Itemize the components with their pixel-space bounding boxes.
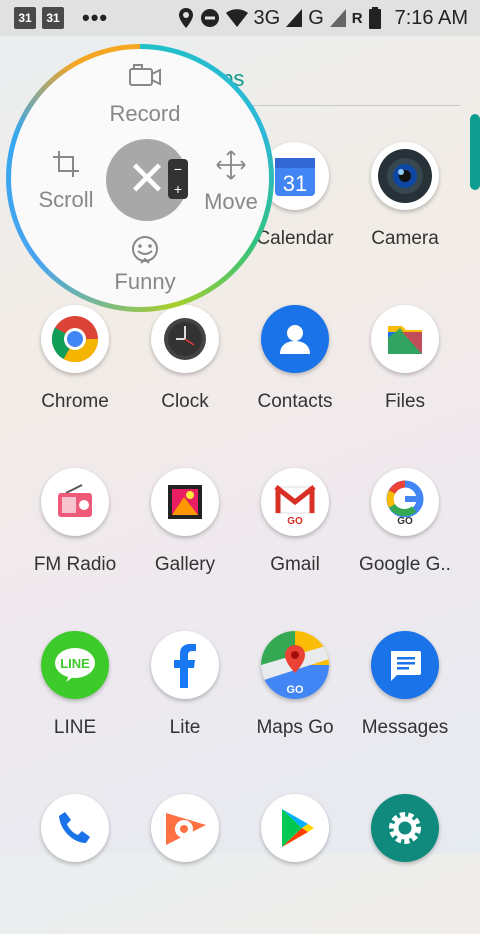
app-contacts[interactable]: Contacts [240, 305, 350, 445]
calendar-notification-icon: 31 [42, 7, 64, 29]
floating-screenshot-menu: Record Scroll Move Funny ✕ − + [6, 44, 274, 312]
record-button[interactable]: Record [95, 63, 195, 127]
contacts-icon [261, 305, 329, 373]
app-label: Maps Go [256, 717, 334, 738]
app-label: Files [384, 391, 426, 412]
status-bar: 31 31 ••• 3G G R 7:16 AM [0, 0, 480, 36]
app-label: LINE [53, 717, 97, 738]
app-clock[interactable]: Clock [130, 305, 240, 445]
app-label: FM Radio [33, 554, 117, 575]
app-label: Gmail [270, 554, 320, 575]
do-not-disturb-icon [200, 9, 219, 27]
app-label: Lite [169, 717, 201, 738]
app-label: Contacts [257, 391, 333, 412]
network-type-label: 3G [253, 6, 281, 29]
app-chrome[interactable]: Chrome [20, 305, 130, 445]
gmail-icon: GO [261, 468, 329, 536]
chrome-icon [41, 305, 109, 373]
signal-icon [286, 9, 303, 27]
crop-icon [53, 151, 79, 177]
radio-icon [41, 468, 109, 536]
app-play-music[interactable] [130, 794, 240, 934]
app-gallery[interactable]: Gallery [130, 468, 240, 608]
app-label: Messages [361, 717, 449, 738]
app-gmail[interactable]: GO Gmail [240, 468, 350, 608]
app-files[interactable]: Files [350, 305, 460, 445]
battery-icon [368, 7, 381, 29]
svg-text:GO: GO [286, 684, 304, 696]
app-maps-go[interactable]: GO Maps Go [240, 631, 350, 771]
app-label: Chrome [41, 391, 109, 412]
zoom-in-icon[interactable]: + [174, 181, 182, 197]
svg-text:GO: GO [287, 516, 303, 527]
funny-button[interactable]: Funny [95, 235, 195, 295]
roaming-indicator: R [351, 9, 363, 27]
line-icon: LINE [41, 631, 109, 699]
move-arrows-icon [216, 150, 246, 180]
settings-icon [371, 794, 439, 862]
scrollbar-thumb[interactable] [470, 114, 480, 190]
app-facebook-lite[interactable]: Lite [130, 631, 240, 771]
play-store-icon [261, 794, 329, 862]
clock-time: 7:16 AM [394, 6, 468, 29]
signal-icon-2 [329, 9, 346, 27]
svg-text:LINE: LINE [60, 656, 90, 671]
app-messages[interactable]: Messages [350, 631, 460, 771]
app-label: Clock [161, 391, 209, 412]
more-notifications-icon: ••• [82, 5, 109, 30]
app-label: Camera [371, 228, 439, 249]
network-type-label-2: G [308, 6, 324, 29]
app-settings[interactable] [350, 794, 460, 934]
wifi-icon [225, 9, 248, 27]
location-icon [178, 8, 193, 28]
record-label: Record [109, 101, 181, 126]
google-go-icon: GO [371, 468, 439, 536]
phone-icon [41, 794, 109, 862]
zoom-out-icon[interactable]: − [174, 161, 182, 177]
app-phone[interactable] [20, 794, 130, 934]
app-line[interactable]: LINE LINE [20, 631, 130, 771]
app-fm-radio[interactable]: FM Radio [20, 468, 130, 608]
funny-label: Funny [114, 269, 176, 294]
music-icon [151, 794, 219, 862]
app-play-store[interactable] [240, 794, 350, 934]
facebook-lite-icon [151, 631, 219, 699]
clock-icon [151, 305, 219, 373]
scroll-button[interactable]: Scroll [21, 149, 111, 213]
camera-icon [371, 142, 439, 210]
scroll-label: Scroll [38, 187, 94, 212]
svg-text:31: 31 [283, 171, 307, 196]
gallery-icon [151, 468, 219, 536]
zoom-control[interactable]: − + [168, 159, 188, 199]
app-label: Google G.. [359, 554, 451, 575]
files-icon [371, 305, 439, 373]
funny-face-icon [132, 236, 158, 264]
messages-icon [371, 631, 439, 699]
app-label: Gallery [154, 554, 216, 575]
svg-text:GO: GO [397, 516, 413, 527]
app-camera[interactable]: Camera [350, 142, 460, 282]
close-icon: ✕ [126, 153, 168, 206]
floating-menu-panel: Record Scroll Move Funny ✕ − + [11, 49, 269, 307]
calendar-notification-icon: 31 [14, 7, 36, 29]
app-google-go[interactable]: GO Google G.. [350, 468, 460, 608]
move-button[interactable]: Move [186, 149, 276, 215]
video-camera-icon [129, 64, 161, 86]
move-label: Move [204, 189, 258, 214]
maps-go-icon: GO [261, 631, 329, 699]
